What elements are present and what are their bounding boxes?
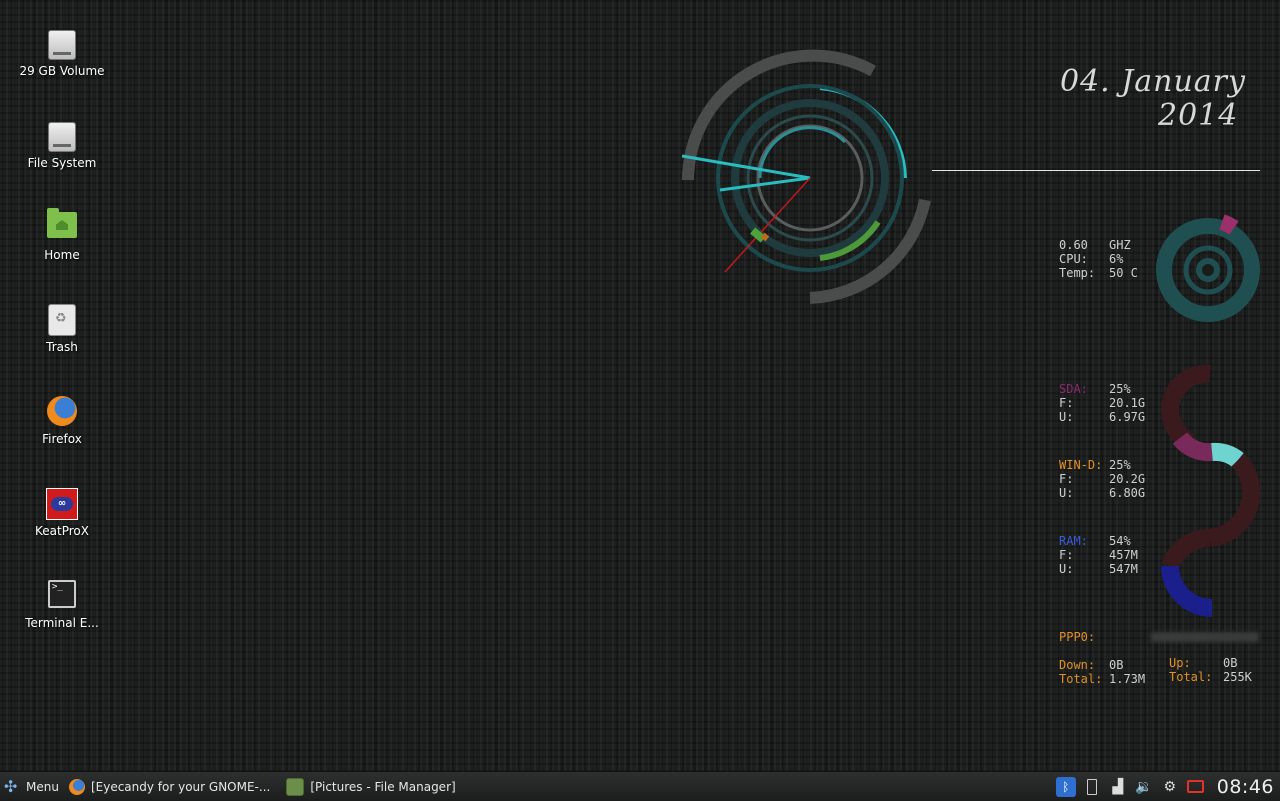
desktop-icon-label: 29 GB Volume: [19, 64, 105, 78]
network-signal-icon[interactable]: ▟: [1108, 777, 1128, 797]
ram-label: RAM:: [1059, 534, 1088, 548]
clock-minute-hand: [681, 154, 811, 180]
sda-free-label: F:: [1059, 396, 1074, 410]
desktop-icon-home[interactable]: Home: [0, 202, 124, 286]
desktop-icon-terminal[interactable]: >_ Terminal E...: [0, 570, 124, 654]
desktop-icon-label: Firefox: [42, 432, 82, 446]
conky-clock-rings: [681, 49, 931, 304]
wind-used: 6.80G: [1109, 486, 1146, 500]
cpu-frequency-value: 0.60: [1059, 238, 1088, 252]
desktop-icon-firefox[interactable]: Firefox: [0, 386, 124, 470]
sda-free: 20.1G: [1109, 396, 1146, 410]
wind-used-label: U:: [1059, 486, 1074, 500]
firefox-icon: [68, 778, 85, 795]
sda-percent: 25%: [1109, 382, 1131, 396]
home-folder-icon: [46, 208, 78, 244]
net-down-total-label: Total:: [1059, 672, 1103, 686]
terminal-icon: >_: [46, 580, 78, 612]
net-ip-redacted: [1151, 632, 1259, 642]
ram-stats: RAM: 54% F: 457M U: 547M: [1059, 534, 1169, 576]
taskbar-task-firefox[interactable]: [Eyecandy for your GNOME-...: [65, 772, 274, 801]
date-divider: [932, 170, 1260, 171]
settings-icon[interactable]: ⚙: [1160, 777, 1180, 797]
network-down-stats: Down: 0B Total: 1.73M: [1059, 658, 1169, 686]
desktop-icon-trash[interactable]: Trash: [0, 294, 124, 378]
drive-icon: [46, 28, 78, 60]
date-day-month: 04. January: [1060, 64, 1246, 99]
file-manager-icon: [286, 777, 305, 796]
desktop-icon-label: Terminal E...: [25, 616, 99, 630]
desktop-icon-file-system[interactable]: File System: [0, 110, 124, 194]
wind-label: WIN-D:: [1059, 458, 1103, 472]
desktop-icon-label: Home: [44, 248, 80, 262]
net-up-total: 255K: [1223, 670, 1252, 684]
ram-used-label: U:: [1059, 562, 1074, 576]
ram-free: 457M: [1109, 548, 1138, 562]
firefox-icon: [46, 396, 78, 428]
desktop-icon-label: Trash: [46, 340, 78, 354]
sda-used-label: U:: [1059, 410, 1074, 424]
bluetooth-icon[interactable]: ᛒ: [1055, 776, 1076, 797]
cpu-ring-gauge: [1156, 214, 1260, 322]
sda-stats: SDA: 25% F: 20.1G U: 6.97G: [1059, 382, 1169, 424]
sda-label: SDA:: [1059, 382, 1088, 396]
wind-free: 20.2G: [1109, 472, 1146, 486]
task-label: [Pictures - File Manager]: [310, 779, 456, 794]
keatprox-icon: ∞: [46, 488, 78, 520]
desktop-icon-label: File System: [27, 156, 97, 170]
menu-label: Menu: [26, 779, 59, 794]
sda-used: 6.97G: [1109, 410, 1146, 424]
ram-percent: 54%: [1109, 534, 1131, 548]
taskbar-clock[interactable]: 08:46: [1217, 776, 1274, 798]
cpu-label: CPU:: [1059, 252, 1088, 266]
net-up-label: Up:: [1169, 656, 1191, 670]
battery-icon[interactable]: [1082, 777, 1102, 797]
date-year: 2014: [1158, 98, 1239, 133]
network-up-stats: Up: 0B Total: 255K: [1169, 656, 1280, 684]
desktop-icon-label: KeatProX: [35, 524, 89, 538]
task-label: [Eyecandy for your GNOME-...: [90, 779, 271, 794]
drive-icon: [46, 120, 78, 152]
wind-percent: 25%: [1109, 458, 1131, 472]
desktop-icon-29gb-volume[interactable]: 29 GB Volume: [0, 18, 124, 102]
net-up-value: 0B: [1223, 656, 1238, 670]
net-down-value: 0B: [1109, 658, 1124, 672]
net-interface-label: PPP0:: [1059, 630, 1096, 644]
desktop-icon-keatprox[interactable]: ∞ KeatProX: [0, 478, 124, 562]
ram-free-label: F:: [1059, 548, 1074, 562]
ram-used: 547M: [1109, 562, 1138, 576]
net-up-total-label: Total:: [1169, 670, 1213, 684]
trash-icon: [46, 304, 78, 336]
net-down-label: Down:: [1059, 658, 1096, 672]
network-stats: PPP0:: [1059, 630, 1259, 644]
recording-icon[interactable]: [1186, 777, 1206, 797]
system-tray: ᛒ ▟ 🔉 ⚙ 08:46: [1053, 772, 1280, 801]
temp-label: Temp:: [1059, 266, 1096, 280]
net-down-total: 1.73M: [1109, 672, 1146, 686]
taskbar-task-file-manager[interactable]: [Pictures - File Manager]: [282, 772, 459, 801]
menu-button[interactable]: ✣ Menu: [0, 772, 63, 801]
wind-stats: WIN-D: 25% F: 20.2G U: 6.80G: [1059, 458, 1169, 500]
wind-free-label: F:: [1059, 472, 1074, 486]
volume-icon[interactable]: 🔉: [1134, 777, 1154, 797]
taskbar: ✣ Menu [Eyecandy for your GNOME-... [Pic…: [0, 771, 1280, 801]
menu-icon: ✣: [4, 776, 18, 796]
